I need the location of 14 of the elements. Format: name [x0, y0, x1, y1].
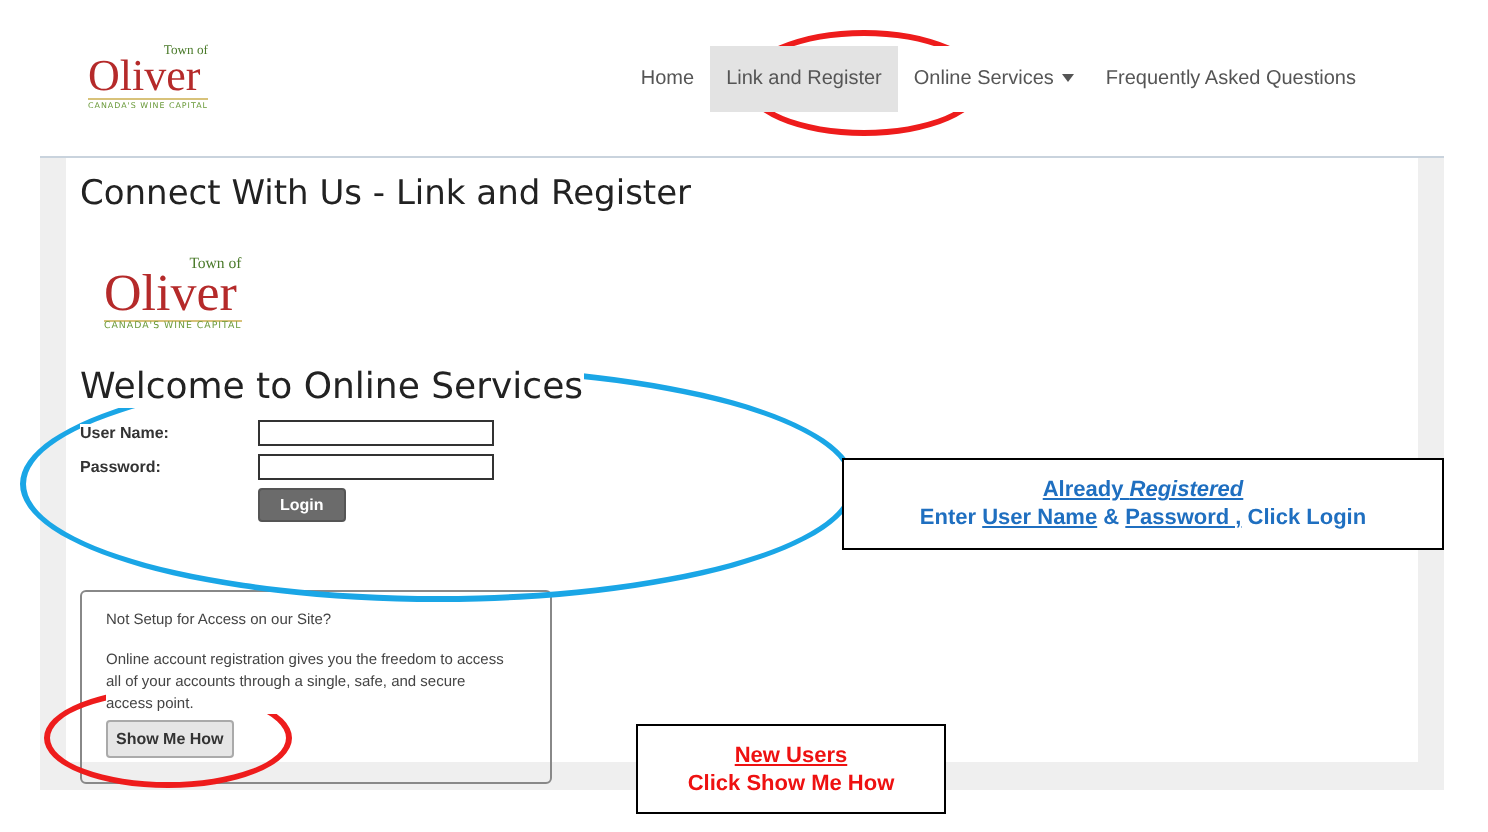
callout-text: New Users [734, 743, 848, 767]
caret-icon [1061, 74, 1074, 82]
field-label: Password: [80, 457, 161, 476]
callout-text: Already Registered [1042, 478, 1244, 502]
input-field[interactable] [258, 453, 494, 480]
nav-link[interactable]: Link and Register [710, 45, 898, 111]
callout-text: Enter User Name & Password , Click Login [919, 506, 1367, 530]
login-button[interactable]: Login [258, 487, 346, 522]
callout-text: Click Show Me How [687, 771, 895, 795]
input-field[interactable] [258, 419, 494, 446]
show-me-how-button[interactable]: Show Me How [106, 720, 234, 759]
field-label: User Name: [80, 423, 169, 442]
page-title: Connect With Us - Link and Register [80, 174, 692, 214]
welcome-heading: Welcome to Online Services [80, 365, 584, 408]
